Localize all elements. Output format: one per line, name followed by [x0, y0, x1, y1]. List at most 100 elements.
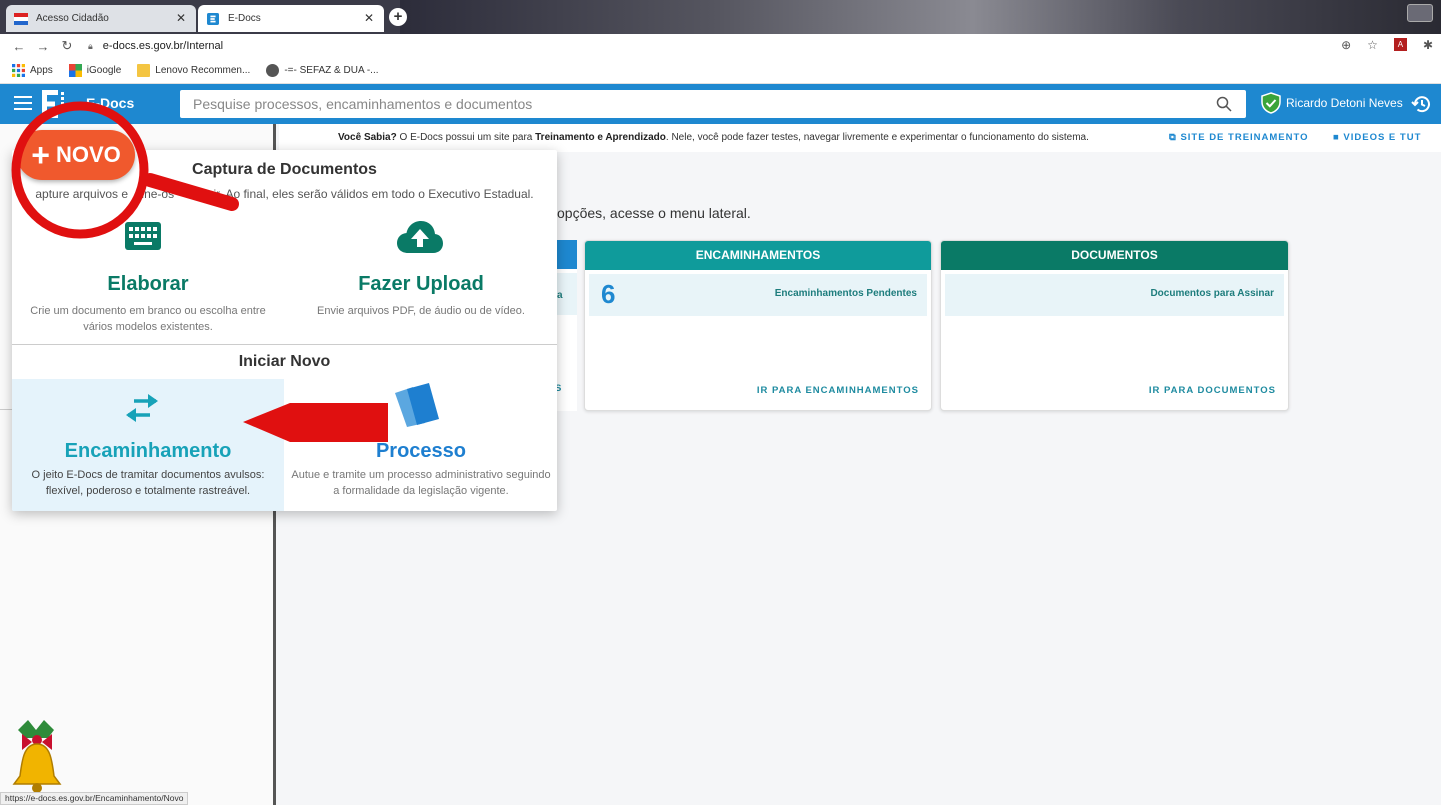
- search-input[interactable]: [180, 90, 1190, 118]
- cloud-upload-icon: [397, 221, 443, 253]
- search-box: [180, 90, 1246, 118]
- igoogle-icon: [68, 64, 82, 77]
- apps-grid-icon: [12, 64, 25, 77]
- status-url: https://e-docs.es.gov.br/Encaminhamento/…: [0, 792, 189, 805]
- new-title: Iniciar Novo: [238, 353, 331, 370]
- globe-icon: [266, 64, 280, 77]
- swap-arrows-icon: [126, 394, 158, 422]
- reload-icon[interactable]: ↻: [58, 38, 76, 54]
- option-elaborar[interactable]: Elaborar Crie um documento em branco ou …: [12, 210, 284, 344]
- lock-icon: 🔒︎: [88, 40, 93, 51]
- option-upload[interactable]: Fazer Upload Envie arquivos PDF, de áudi…: [285, 210, 557, 344]
- go-to-documentos-link[interactable]: IR PARA DOCUMENTOS: [1149, 385, 1276, 396]
- capture-desc-part: sine-os: [135, 187, 175, 201]
- verified-shield-icon: [1261, 92, 1281, 114]
- capture-desc-part: ir. Ao final, eles serão válidos em todo…: [213, 187, 534, 201]
- videos-label: VIDEOS E TUT: [1343, 132, 1422, 143]
- video-icon: ■: [1333, 132, 1340, 143]
- address-bar: ← → ↻ 🔒︎ e-docs.es.gov.br/Internal ⊕ ☆ A…: [0, 34, 1441, 58]
- page-subtitle: opções, acesse o menu lateral.: [557, 205, 751, 221]
- edocs-logo-icon: [42, 90, 64, 118]
- pdf-extension-icon[interactable]: A: [1393, 38, 1407, 51]
- training-site-link[interactable]: ⧉ SITE DE TREINAMENTO: [1169, 124, 1309, 152]
- bookmark-label: iGoogle: [86, 65, 122, 76]
- encaminhamento-desc: O jeito E-Docs de tramitar documentos av…: [31, 469, 265, 497]
- bookmark-igoogle[interactable]: iGoogle: [68, 64, 122, 77]
- elaborar-label: Elaborar: [107, 273, 189, 295]
- processos-card-partial: a S: [555, 240, 577, 411]
- bookmark-apps[interactable]: Apps: [12, 64, 53, 77]
- encaminhamento-label: Encaminhamento: [64, 440, 232, 462]
- upload-desc: Envie arquivos PDF, de áudio ou de vídeo…: [317, 305, 525, 317]
- edocs-tab-icon: [207, 12, 219, 25]
- flag-icon: [14, 12, 28, 25]
- training-site-label: SITE DE TREINAMENTO: [1180, 132, 1309, 143]
- processo-desc: Autue e tramite um processo administrati…: [291, 469, 551, 497]
- star-icon[interactable]: ☆: [1367, 38, 1378, 52]
- back-icon[interactable]: ←: [10, 39, 28, 54]
- tab-acesso-cidadao[interactable]: Acesso Cidadão ✕: [6, 5, 196, 32]
- videos-link[interactable]: ■ VIDEOS E TUT: [1333, 124, 1421, 152]
- pending-count: 6: [601, 279, 616, 309]
- forward-icon[interactable]: →: [34, 39, 52, 54]
- card-header: ENCAMINHAMENTOS: [585, 241, 931, 270]
- close-tab-icon[interactable]: ✕: [364, 11, 374, 25]
- menu-divider: [12, 344, 557, 345]
- external-link-icon: ⧉: [1169, 132, 1177, 143]
- infobar-text: . Nele, você pode fazer testes, navegar …: [665, 132, 1089, 143]
- new-tab-button[interactable]: +: [389, 8, 407, 26]
- upload-label: Fazer Upload: [358, 273, 484, 295]
- bookmark-label: -=- SEFAZ & DUA -...: [284, 65, 379, 76]
- bookmark-label: Apps: [30, 65, 53, 76]
- close-tab-icon[interactable]: ✕: [176, 11, 186, 25]
- card-row-to-sign[interactable]: Documentos para Assinar: [945, 274, 1284, 316]
- app-name: E-Docs: [86, 95, 135, 111]
- app-header: E-Docs Ricardo Detoni Neves: [0, 84, 1441, 124]
- capture-description: apture arquivos e sine-os ir. Ao final, …: [12, 187, 557, 201]
- browser-tab-strip: Acesso Cidadão ✕ E-Docs ✕ +: [0, 0, 1441, 34]
- new-button[interactable]: + NOVO: [17, 130, 135, 180]
- elaborar-desc: Crie um documento em branco ou escolha e…: [30, 305, 266, 333]
- documentos-card: DOCUMENTOS Documentos para Assinar IR PA…: [940, 240, 1289, 411]
- bookmark-label: Lenovo Recommen...: [155, 65, 251, 76]
- user-name: Ricardo Detoni Neves: [1286, 96, 1403, 110]
- card-header: DOCUMENTOS: [941, 241, 1288, 270]
- folder-stack-icon: [395, 383, 439, 427]
- tab-edocs[interactable]: E-Docs ✕: [198, 5, 384, 32]
- window-control[interactable]: [1407, 4, 1433, 22]
- training-info-bar: Você Sabia? O E-Docs possui um site para…: [279, 124, 1441, 152]
- bookmark-sefaz[interactable]: -=- SEFAZ & DUA -...: [266, 64, 379, 77]
- tab-title: E-Docs: [228, 13, 261, 24]
- option-processo[interactable]: Processo Autue e tramite um processo adm…: [285, 379, 557, 511]
- search-icon[interactable]: [1216, 96, 1232, 112]
- zoom-icon[interactable]: ⊕: [1341, 38, 1351, 52]
- pending-label: Encaminhamentos Pendentes: [774, 288, 917, 299]
- option-encaminhamento[interactable]: Encaminhamento O jeito E-Docs de tramita…: [12, 379, 284, 511]
- infobar-highlight: Treinamento e Aprendizado: [535, 132, 666, 143]
- history-icon[interactable]: [1410, 93, 1432, 115]
- bookmark-lenovo[interactable]: Lenovo Recommen...: [137, 64, 250, 77]
- processo-label: Processo: [375, 440, 467, 462]
- plus-icon: +: [31, 137, 50, 173]
- keyboard-icon: [125, 222, 161, 250]
- to-sign-label: Documentos para Assinar: [1150, 288, 1274, 299]
- card-row-pending[interactable]: 6 Encaminhamentos Pendentes: [589, 274, 927, 316]
- tab-strip-background: [400, 0, 1441, 34]
- infobar-lead: Você Sabia?: [338, 132, 397, 143]
- menu-icon[interactable]: [14, 96, 32, 110]
- encaminhamentos-card: ENCAMINHAMENTOS 6 Encaminhamentos Penden…: [584, 240, 932, 411]
- christmas-bell-icon: [12, 720, 62, 793]
- partial-card-label: a: [557, 290, 563, 301]
- address-bar-actions: ⊕ ☆ A ✱: [1341, 38, 1433, 52]
- go-to-encaminhamentos-link[interactable]: IR PARA ENCAMINHAMENTOS: [757, 385, 919, 396]
- url-text[interactable]: e-docs.es.gov.br/Internal: [103, 40, 223, 52]
- infobar-text: O E-Docs possui um site para: [396, 132, 536, 143]
- new-item-menu: Captura de Documentos apture arquivos e …: [12, 150, 557, 511]
- user-menu[interactable]: Ricardo Detoni Neves: [1260, 92, 1403, 114]
- extensions-icon[interactable]: ✱: [1423, 38, 1433, 52]
- tab-title: Acesso Cidadão: [36, 13, 109, 24]
- new-button-label: NOVO: [55, 142, 121, 167]
- folder-icon: [137, 64, 151, 77]
- bookmarks-bar: Apps iGoogle Lenovo Recommen... -=- SEFA…: [0, 58, 1441, 84]
- capture-desc-part: apture arquivos e: [35, 187, 129, 201]
